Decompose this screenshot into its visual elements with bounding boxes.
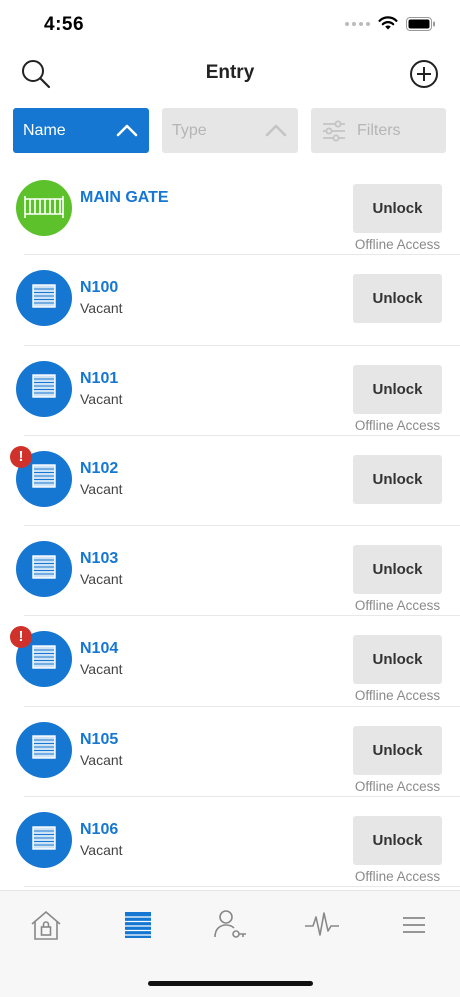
tab-bar <box>0 890 460 997</box>
unlock-button[interactable]: Unlock <box>353 545 442 595</box>
unit-status: Vacant <box>80 661 123 678</box>
chevron-up-icon <box>265 124 287 137</box>
unlock-button[interactable]: Unlock <box>353 454 442 504</box>
unit-avatar <box>16 721 72 778</box>
row-divider <box>24 886 460 888</box>
unit-status: Vacant <box>80 571 123 588</box>
list-item[interactable]: ! N104 Vacant Unlock Offline Access <box>0 616 460 707</box>
entry-list: MAIN GATE Unlock Offline Access N100 Vacant U… <box>0 165 460 890</box>
unit-name: N104 <box>80 640 119 658</box>
unit-status: Vacant <box>80 751 123 768</box>
unlock-button[interactable]: Unlock <box>353 635 442 685</box>
filters-button[interactable]: Filters <box>311 108 446 153</box>
plus-circle-icon <box>410 60 438 88</box>
offline-access-label: Offline Access <box>354 688 441 704</box>
sort-type-label: Type <box>172 121 207 139</box>
sliders-icon <box>323 120 345 142</box>
storage-door-icon <box>32 735 56 764</box>
list-item[interactable]: N103 Vacant Unlock Offline Access <box>0 526 460 617</box>
list-item[interactable]: N101 Vacant Unlock Offline Access <box>0 346 460 436</box>
gate-icon <box>23 192 65 225</box>
list-item[interactable]: MAIN GATE Unlock Offline Access <box>0 165 460 256</box>
status-bar: 4:56 <box>0 0 460 50</box>
sort-name-button[interactable]: Name <box>13 108 149 153</box>
unit-avatar <box>16 360 72 417</box>
unit-name: N101 <box>80 369 119 387</box>
storage-door-icon <box>32 374 56 403</box>
tab-activity[interactable] <box>297 905 347 945</box>
sort-name-label: Name <box>23 121 66 139</box>
sort-type-button[interactable]: Type <box>162 108 298 153</box>
storage-door-icon <box>32 645 56 674</box>
tab-home[interactable] <box>21 905 71 945</box>
unit-name: MAIN GATE <box>80 189 169 206</box>
unit-status: Vacant <box>80 842 123 859</box>
unit-name: N103 <box>80 550 119 568</box>
unit-name: N106 <box>80 821 119 839</box>
battery-icon <box>406 16 435 31</box>
unit-status: Vacant <box>80 480 123 497</box>
offline-access-label: Offline Access <box>354 869 441 885</box>
alert-badge: ! <box>10 445 32 468</box>
list-item[interactable]: N100 Vacant Unlock <box>0 255 460 346</box>
signal-icon <box>345 21 370 26</box>
storage-door-icon <box>123 910 153 940</box>
storage-door-icon <box>32 554 56 584</box>
status-icons <box>345 16 436 31</box>
unit-name: N100 <box>80 279 119 297</box>
wifi-icon <box>378 16 398 30</box>
unlock-button[interactable]: Unlock <box>353 725 442 775</box>
unit-name: N102 <box>80 459 119 477</box>
unit-avatar <box>16 541 72 598</box>
menu-icon <box>401 914 427 936</box>
unlock-button[interactable]: Unlock <box>353 184 442 233</box>
storage-door-icon <box>32 284 56 313</box>
add-button[interactable] <box>408 58 440 90</box>
unit-status: Vacant <box>80 300 123 317</box>
offline-access-label: Offline Access <box>354 417 441 433</box>
offline-access-label: Offline Access <box>354 237 441 252</box>
chevron-up-icon <box>116 124 138 137</box>
list-item[interactable]: ! N102 Vacant Unlock <box>0 436 460 527</box>
activity-icon <box>304 910 340 940</box>
tab-entry[interactable] <box>113 905 163 945</box>
home-indicator <box>148 981 313 986</box>
unit-status: Vacant <box>80 390 123 407</box>
list-item[interactable]: N106 Vacant Unlock Offline Access <box>0 797 460 888</box>
filter-row: Name Type Filters <box>0 108 460 156</box>
unit-avatar <box>16 812 72 869</box>
unlock-button[interactable]: Unlock <box>353 274 442 324</box>
storage-door-icon <box>32 464 56 493</box>
home-lock-icon <box>29 908 63 942</box>
header: Entry <box>0 52 460 96</box>
tab-access[interactable] <box>205 905 255 945</box>
tab-menu[interactable] <box>389 905 439 945</box>
filters-label: Filters <box>357 121 401 139</box>
unit-avatar <box>16 270 72 327</box>
storage-door-icon <box>32 825 56 855</box>
unit-name: N105 <box>80 730 119 748</box>
offline-access-label: Offline Access <box>354 598 441 614</box>
page-title: Entry <box>205 62 255 83</box>
unlock-button[interactable]: Unlock <box>353 816 442 866</box>
unit-avatar <box>16 180 72 236</box>
unlock-button[interactable]: Unlock <box>353 364 442 414</box>
list-item[interactable]: N105 Vacant Unlock Offline Access <box>0 707 460 798</box>
user-key-icon <box>212 907 248 943</box>
offline-access-label: Offline Access <box>354 778 441 794</box>
status-time: 4:56 <box>44 14 85 35</box>
